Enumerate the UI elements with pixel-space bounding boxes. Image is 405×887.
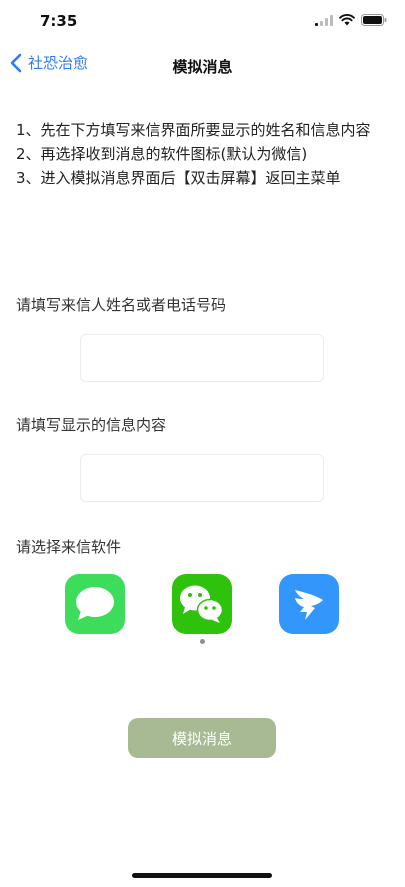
dingtalk-icon (295, 590, 323, 620)
app-option-wechat[interactable] (172, 574, 232, 634)
content-label: 请填写显示的信息内容 (16, 416, 167, 434)
app-label: 请选择来信软件 (16, 538, 122, 556)
instruction-2: 2、再选择收到消息的软件图标(默认为微信) (16, 145, 308, 163)
instructions: 1、先在下方填写来信界面所要显示的姓名和信息内容 2、再选择收到消息的软件图标(… (16, 118, 386, 190)
instruction-1: 1、先在下方填写来信界面所要显示的姓名和信息内容 (16, 121, 371, 139)
battery-icon (361, 14, 387, 26)
home-indicator[interactable] (132, 873, 272, 878)
page-title: 模拟消息 (172, 58, 233, 76)
status-bar: 7:35 (0, 0, 405, 44)
status-time: 7:35 (40, 12, 78, 30)
selected-indicator (200, 639, 205, 644)
status-icons (315, 14, 387, 26)
messages-icon (76, 587, 114, 620)
signal-icon (315, 14, 333, 26)
instruction-3: 3、进入模拟消息界面后【双击屏幕】返回主菜单 (16, 169, 341, 187)
content-input[interactable] (80, 454, 324, 502)
app-option-dingtalk[interactable] (279, 574, 339, 634)
name-input[interactable] (80, 334, 324, 382)
app-option-messages[interactable] (65, 574, 125, 634)
wechat-icon (180, 585, 224, 623)
nav-bar: 社恐治愈 模拟消息 (0, 50, 405, 84)
simulate-message-button[interactable]: 模拟消息 (128, 718, 276, 758)
wifi-icon (339, 14, 355, 26)
name-label: 请填写来信人姓名或者电话号码 (16, 296, 227, 314)
